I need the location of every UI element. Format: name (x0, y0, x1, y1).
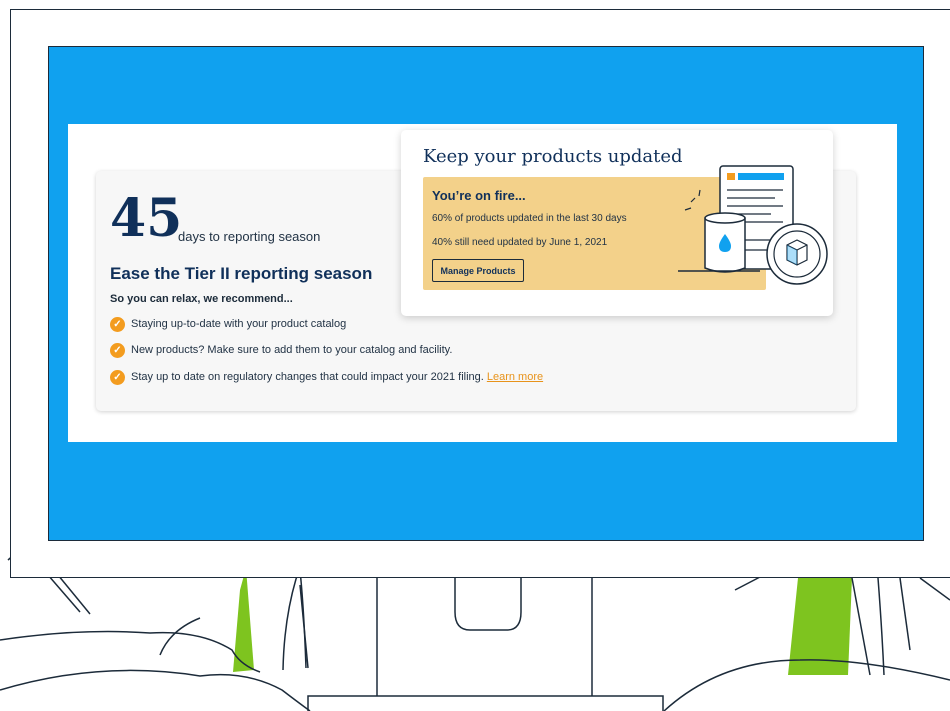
check-circle-icon: ✓ (110, 369, 125, 385)
status-title: You’re on fire... (432, 188, 526, 203)
recommendation-text: Stay up to date on regulatory changes th… (131, 371, 484, 383)
list-item: ✓ Stay up to date on regulatory changes … (110, 369, 543, 385)
illustration-scene: 45 days to reporting season Ease the Tie… (0, 0, 950, 711)
days-label: days to reporting season (178, 229, 321, 244)
sparkle-icon (684, 189, 701, 211)
products-illustration (678, 165, 828, 285)
recommendation-text: New products? Make sure to add them to y… (131, 344, 453, 356)
days-count: 45 (110, 188, 183, 249)
products-card-title: Keep your products updated (423, 146, 683, 167)
status-line-remaining: 40% still need updated by June 1, 2021 (432, 237, 608, 248)
check-circle-icon: ✓ (110, 342, 125, 358)
recommendation-text: Staying up-to-date with your product cat… (131, 318, 347, 330)
list-item: ✓ New products? Make sure to add them to… (110, 342, 452, 358)
status-line-updated: 60% of products updated in the last 30 d… (432, 213, 627, 224)
barrel-icon (704, 212, 746, 273)
reporting-heading: Ease the Tier II reporting season (110, 264, 373, 283)
recommend-subheading: So you can relax, we recommend... (110, 293, 293, 305)
box-refresh-icon (766, 223, 828, 285)
list-item: ✓ Staying up-to-date with your product c… (110, 316, 346, 332)
check-circle-icon: ✓ (110, 316, 125, 332)
learn-more-link[interactable]: Learn more (487, 371, 543, 383)
manage-products-button[interactable]: Manage Products (432, 259, 524, 282)
